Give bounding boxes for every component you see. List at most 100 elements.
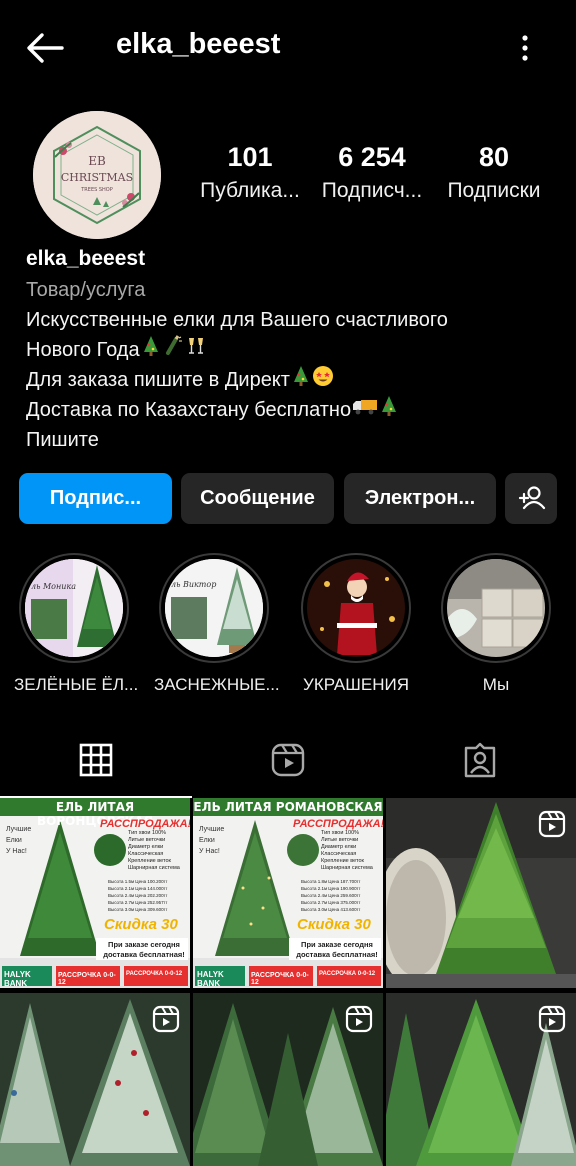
delivery-line: При заказе сегодня (301, 940, 373, 949)
stat-value: 80 (478, 142, 510, 172)
feature-line: Классическая (321, 851, 357, 857)
more-options-icon[interactable] (512, 28, 538, 68)
bio-line: Пишите (26, 425, 556, 455)
price-line: Высота 2.1м Цена 144.000тг (108, 886, 168, 891)
tree-emoji-icon (141, 335, 161, 366)
bio-text: Доставка по Казахстану бесплатно (26, 399, 352, 421)
highlight-thumb-text: ль Виктор (171, 580, 216, 589)
feature-line: Тип хвои 100% (128, 830, 167, 836)
reels-icon (271, 743, 305, 777)
tab-posts-grid[interactable] (0, 724, 192, 798)
reel-icon (538, 1005, 566, 1033)
price-line: Высота 2.4м Цена 259.600тг (301, 893, 361, 898)
highlight-label: ЗАСНЕЖНЫЕ... (154, 675, 280, 694)
highlight-label: УКРАШЕНИЯ (303, 675, 409, 694)
post-discount: Скидка 30 (297, 916, 371, 933)
bio-line: Доставка по Казахстану бесплатно (26, 395, 556, 425)
profile-stats: 101 Публика... 6 254 Подписч... 80 Подпи… (192, 142, 560, 222)
post-prices: Высота 1.5м Цена 100.200тг Высота 2.1м Ц… (108, 878, 188, 913)
bio-text: Искусственные елки для Вашего счастливог… (26, 309, 448, 331)
post-tile[interactable]: ЕЛЬ ЛИТАЯ РОМАНОВСКАЯ РАССПРОДАЖА! Лучши… (193, 798, 383, 988)
highlight-ring (301, 553, 411, 663)
post-sale: РАССПРОДАЖА! (293, 818, 383, 830)
profile-bio: elka_beeest Товар/услуга Искусственные е… (26, 245, 556, 455)
feature-line: Шарнирная система (128, 865, 180, 871)
profile-category: Товар/услуга (26, 279, 146, 301)
stat-label: Подписч... (321, 179, 423, 202)
feature-line: Литые веточки (321, 837, 359, 843)
price-line: Высота 1.5м Цена 100.200тг (108, 879, 168, 884)
post-sale: РАССПРОДАЖА! (100, 818, 190, 830)
feature-line: Тип хвои 100% (321, 830, 360, 836)
suggest-people-button[interactable] (505, 473, 557, 524)
post-prices: Высота 1.8м Цена 187.700тг Высота 2.1м Ц… (301, 878, 381, 913)
grid-icon (79, 743, 113, 777)
stat-label: Подписки (447, 179, 541, 202)
post-delivery: При заказе сегодня доставка бесплатная! (293, 940, 381, 960)
highlight-ring (441, 553, 551, 663)
note-line: Лучшие (6, 826, 32, 833)
avatar-text: CHRISTMAS (61, 171, 133, 184)
tab-reels[interactable] (192, 724, 384, 798)
stat-following[interactable]: 80 Подписки (440, 142, 548, 203)
highlight-label: Мы (482, 675, 510, 694)
post-tile[interactable] (193, 993, 383, 1166)
highlight-ring: ль Виктор (159, 553, 269, 663)
stat-followers[interactable]: 6 254 Подписч... (316, 142, 428, 203)
price-line: Высота 1.8м Цена 187.700тг (301, 879, 361, 884)
post-kaspi: РАССРОЧКА 0-0-12 (319, 971, 376, 977)
email-button[interactable]: Электрон... (344, 473, 496, 524)
highlight-green-trees[interactable]: ль Моника ЗЕЛЁНЫЕ ЁЛ... (14, 553, 139, 695)
star-struck-emoji-icon (312, 365, 334, 396)
feature-line: Диаметр елки (321, 844, 357, 850)
note-line: Лучшие (199, 826, 225, 833)
champagne-emoji-icon (162, 335, 184, 366)
clinking-glasses-emoji-icon (185, 335, 207, 366)
bio-text: Пишите (26, 429, 99, 451)
reel-icon (345, 1005, 373, 1033)
bio-line: Нового Года (26, 335, 556, 365)
bio-line: Искусственные елки для Вашего счастливог… (26, 305, 556, 335)
price-line: Высота 3.0м Цена 413.600тг (301, 907, 361, 912)
post-tile[interactable] (386, 993, 576, 1166)
highlight-ring: ль Моника (19, 553, 129, 663)
post-left-note: Лучшие Елки У Нас! (6, 824, 31, 857)
truck-emoji-icon (352, 395, 378, 426)
post-kaspi: РАССРОЧКА 0-0-12 (126, 971, 183, 977)
highlight-label: ЗЕЛЁНЫЕ ЁЛ... (14, 675, 139, 694)
posts-grid: ЕЛЬ ЛИТАЯ ВОРОНЦОВСКАЯ РАССПРОДАЖА! Лучш… (0, 798, 576, 1166)
post-tile[interactable] (0, 993, 190, 1166)
bio-text: Для заказа пишите в Директ (26, 369, 290, 391)
price-line: Высота 2.7м Цена 252.957тг (108, 900, 168, 905)
profile-name: elka_beeest (26, 247, 146, 270)
tagged-person-icon (464, 742, 496, 778)
highlight-about-us[interactable]: Мы (436, 553, 556, 695)
back-arrow-icon[interactable] (22, 28, 66, 68)
feature-line: Классическая (128, 851, 164, 857)
price-line: Высота 3.0м Цена 309.600тг (108, 907, 168, 912)
note-line: У Нас! (199, 848, 220, 855)
tree-emoji-icon (379, 395, 399, 426)
feature-line: Крепление веток (321, 858, 364, 864)
profile-tabs (0, 724, 576, 798)
post-left-note: Лучшие Елки У Нас! (199, 824, 224, 857)
bio-line: Для заказа пишите в Директ (26, 365, 556, 395)
highlight-decorations[interactable]: УКРАШЕНИЯ (296, 553, 416, 695)
stat-value: 101 (227, 142, 273, 172)
post-tile[interactable]: ЕЛЬ ЛИТАЯ ВОРОНЦОВСКАЯ РАССПРОДАЖА! Лучш… (0, 798, 190, 988)
delivery-line: доставка бесплатная! (103, 950, 185, 959)
stat-value: 6 254 (338, 142, 406, 172)
follow-button[interactable]: Подпис... (19, 473, 172, 524)
bio-text: Нового Года (26, 339, 140, 361)
avatar[interactable]: EB CHRISTMAS TREES SHOP (33, 111, 161, 239)
tab-tagged[interactable] (384, 724, 576, 798)
reel-icon (152, 1005, 180, 1033)
feature-line: Диаметр елки (128, 844, 164, 850)
message-button[interactable]: Сообщение (181, 473, 334, 524)
stat-posts[interactable]: 101 Публика... (192, 142, 308, 203)
post-tile[interactable] (386, 798, 576, 988)
post-banner: ЕЛЬ ЛИТАЯ РОМАНОВСКАЯ (193, 800, 383, 814)
highlight-snowy-trees[interactable]: ль Виктор ЗАСНЕЖНЫЕ... (154, 553, 280, 695)
top-bar: elka_beeest (0, 0, 576, 96)
feature-line: Крепление веток (128, 858, 171, 864)
